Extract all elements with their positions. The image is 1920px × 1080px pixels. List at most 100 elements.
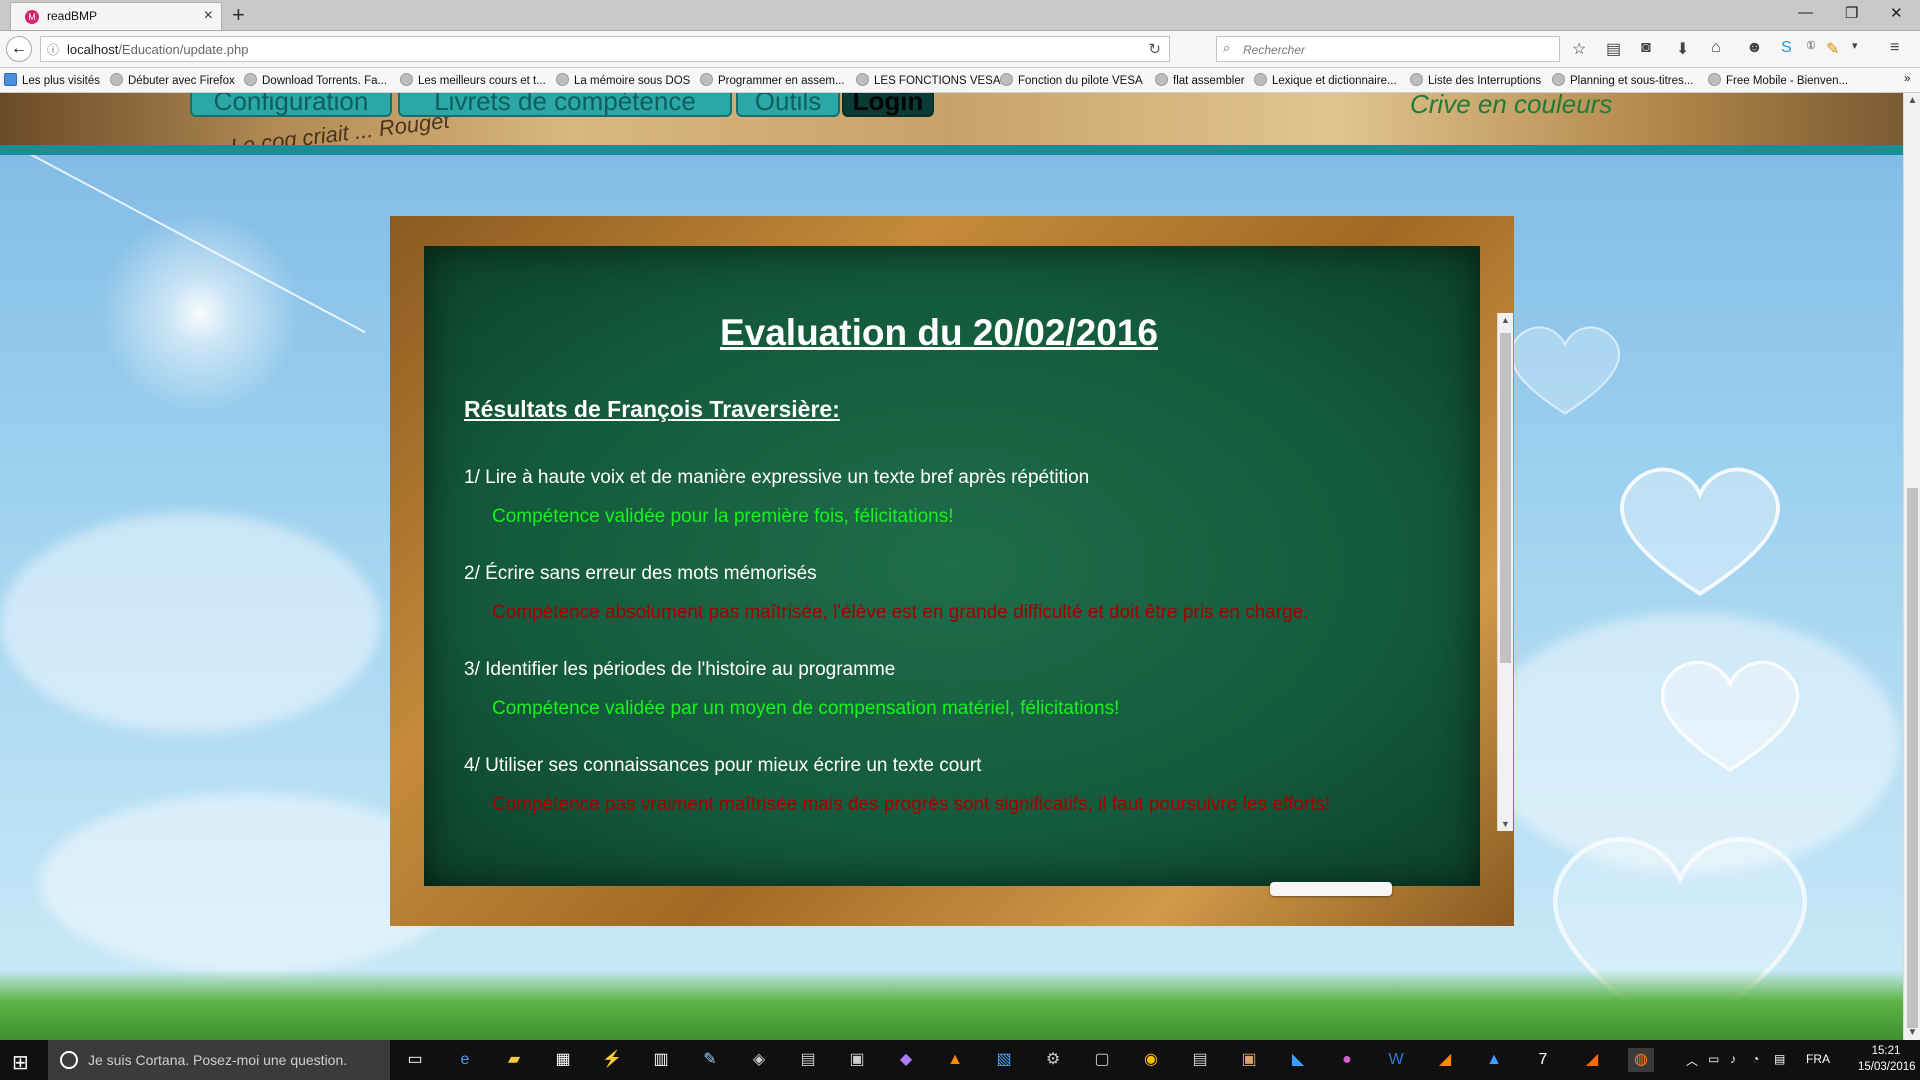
volume-icon[interactable]: ♪	[1730, 1052, 1736, 1066]
close-window-icon[interactable]: ✕	[1890, 4, 1903, 22]
bookmark-item[interactable]: Débuter avec Firefox	[110, 73, 235, 87]
bookmark-item[interactable]: flat assembler	[1155, 73, 1245, 87]
bookmark-item[interactable]: LES FONCTIONS VESA	[856, 73, 1001, 87]
bookmark-item[interactable]: Les plus visités	[4, 73, 100, 87]
battery-icon[interactable]: ▭	[1708, 1052, 1719, 1066]
heart-decoration	[1509, 326, 1621, 415]
toolbar-dropdown-icon[interactable]: ▾	[1852, 39, 1858, 52]
bookmark-item[interactable]: Fonction du pilote VESA	[1000, 73, 1143, 87]
language-indicator[interactable]: FRA	[1806, 1052, 1830, 1066]
app-icon[interactable]: ◢	[1579, 1048, 1605, 1072]
app-icon[interactable]: ●	[1334, 1048, 1360, 1072]
scroll-down-icon[interactable]: ▼	[1904, 1027, 1920, 1038]
app-icon[interactable]: ▣	[1236, 1048, 1262, 1072]
scroll-up-icon[interactable]: ▲	[1498, 315, 1513, 325]
app-icon[interactable]: ⚙	[1040, 1048, 1066, 1072]
site-banner: Le coq criait ... Rouget Crive en couleu…	[0, 93, 1903, 159]
chalkboard-scrollbar[interactable]: ▲ ▼	[1497, 313, 1513, 831]
menu-hamburger-icon[interactable]: ≡	[1890, 39, 1899, 57]
app-icon[interactable]: ▲	[1481, 1048, 1507, 1072]
app-icon[interactable]: ▣	[844, 1048, 870, 1072]
competence-label: 3/ Identifier les périodes de l'histoire…	[464, 659, 896, 680]
scroll-down-icon[interactable]: ▼	[1498, 819, 1513, 829]
tray-expand-icon[interactable]: ︿	[1686, 1052, 1698, 1069]
scrollbar-thumb[interactable]	[1500, 333, 1511, 663]
taskbar-clock[interactable]: 15:21 15/03/2016	[1858, 1043, 1916, 1075]
file-explorer-icon[interactable]: ▰	[501, 1048, 527, 1072]
menu-outils[interactable]: Outils	[736, 93, 840, 117]
bookmark-item[interactable]: Planning et sous-titres...	[1552, 73, 1693, 87]
app-icon[interactable]: ◢	[1432, 1048, 1458, 1072]
downloads-icon[interactable]: ⬇	[1676, 39, 1689, 59]
bookmark-item[interactable]: Lexique et dictionnaire...	[1254, 73, 1397, 87]
firefox-icon[interactable]: ◍	[1628, 1048, 1654, 1072]
home-icon[interactable]: ⌂	[1711, 39, 1721, 57]
app-icon[interactable]: ◈	[746, 1048, 772, 1072]
windows-taskbar: ⊞ Je suis Cortana. Posez-moi une questio…	[0, 1040, 1920, 1080]
edge-icon[interactable]: e	[452, 1048, 478, 1072]
site-info-icon[interactable]: ⓘ	[47, 41, 59, 58]
new-tab-icon[interactable]: +	[232, 2, 245, 28]
search-input[interactable]: ⌕ Rechercher	[1216, 36, 1560, 62]
word-icon[interactable]: W	[1383, 1048, 1409, 1072]
competence-label: 2/ Écrire sans erreur des mots mémorisés	[464, 563, 817, 584]
grass-decoration	[0, 970, 1903, 1040]
student-results-heading: Résultats de François Traversière:	[464, 396, 840, 422]
pocket-icon[interactable]: ◙	[1641, 39, 1651, 57]
page-scrollbar[interactable]: ▲ ▼	[1903, 93, 1920, 1040]
wifi-icon[interactable]: ◔	[1752, 1052, 1759, 1066]
bookmark-item[interactable]: Free Mobile - Bienven...	[1708, 73, 1848, 87]
bookmark-item[interactable]: Liste des Interruptions	[1410, 73, 1541, 87]
globe-icon	[1410, 73, 1423, 86]
app-icon[interactable]: ▤	[1187, 1048, 1213, 1072]
menu-configuration[interactable]: Configuration	[190, 93, 392, 117]
calculator-icon[interactable]: ▥	[648, 1048, 674, 1072]
clock-time: 15:21	[1871, 1045, 1901, 1057]
chrome-icon[interactable]: ◉	[1138, 1048, 1164, 1072]
menu-login[interactable]: Login	[842, 93, 934, 117]
skype-icon[interactable]: S	[1781, 39, 1792, 57]
extension-badge-icon[interactable]: ①	[1806, 39, 1816, 52]
url-bar[interactable]: ⓘ localhost/Education/update.php ↻	[40, 36, 1170, 62]
restore-icon[interactable]: ❐	[1845, 4, 1858, 22]
visual-studio-icon[interactable]: ◆	[893, 1048, 919, 1072]
notifications-icon[interactable]: ▤	[1774, 1052, 1785, 1066]
competence-label: 4/ Utiliser ses connaissances pour mieux…	[464, 755, 982, 776]
bookmarks-toolbar: Les plus visités Débuter avec Firefox Do…	[0, 68, 1920, 93]
app-icon[interactable]: ▤	[795, 1048, 821, 1072]
reload-icon[interactable]: ↻	[1148, 40, 1161, 58]
globe-icon	[1552, 73, 1565, 86]
bookmarks-overflow-icon[interactable]: »	[1904, 73, 1910, 85]
bookmark-item[interactable]: La mémoire sous DOS	[556, 73, 690, 87]
close-tab-icon[interactable]: ×	[204, 7, 213, 25]
cortana-search-box[interactable]: Je suis Cortana. Posez-moi une question.	[48, 1040, 390, 1080]
extension-icon[interactable]: ✎	[1826, 39, 1839, 59]
store-icon[interactable]: ▦	[550, 1048, 576, 1072]
bookmark-item[interactable]: Les meilleurs cours et t...	[400, 73, 546, 87]
7zip-icon[interactable]: 7	[1530, 1048, 1556, 1072]
readbmp-favicon-icon: M	[25, 10, 39, 24]
competence-result: Compétence validée par un moyen de compe…	[492, 698, 1120, 719]
bookmark-item[interactable]: Download Torrents. Fa...	[244, 73, 387, 87]
app-icon[interactable]: ▢	[1089, 1048, 1115, 1072]
app-icon[interactable]: ⚡	[599, 1048, 625, 1072]
windows-start-icon[interactable]: ⊞	[12, 1050, 29, 1075]
url-text: localhost/Education/update.php	[67, 42, 249, 57]
app-icon[interactable]: ▧	[991, 1048, 1017, 1072]
task-view-icon[interactable]: ▭	[402, 1048, 428, 1072]
bookmark-item[interactable]: Programmer en assem...	[700, 73, 845, 87]
chat-icon[interactable]: ☻	[1746, 39, 1763, 57]
scroll-up-icon[interactable]: ▲	[1904, 95, 1920, 106]
minimize-icon[interactable]: —	[1798, 4, 1813, 21]
app-icon[interactable]: ◣	[1285, 1048, 1311, 1072]
vlc-icon[interactable]: ▲	[942, 1048, 968, 1072]
globe-icon	[400, 73, 413, 86]
paint-icon[interactable]: ✎	[697, 1048, 723, 1072]
browser-tab[interactable]: M readBMP ×	[10, 2, 222, 30]
reading-list-icon[interactable]: ▤	[1606, 39, 1621, 59]
bookmark-star-icon[interactable]: ☆	[1572, 39, 1586, 59]
scrollbar-thumb[interactable]	[1907, 488, 1918, 1028]
page-viewport: Le coq criait ... Rouget Crive en couleu…	[0, 93, 1903, 1040]
menu-livrets-de-competence[interactable]: Livrets de compétence	[398, 93, 732, 117]
back-button[interactable]: ←	[6, 36, 32, 62]
